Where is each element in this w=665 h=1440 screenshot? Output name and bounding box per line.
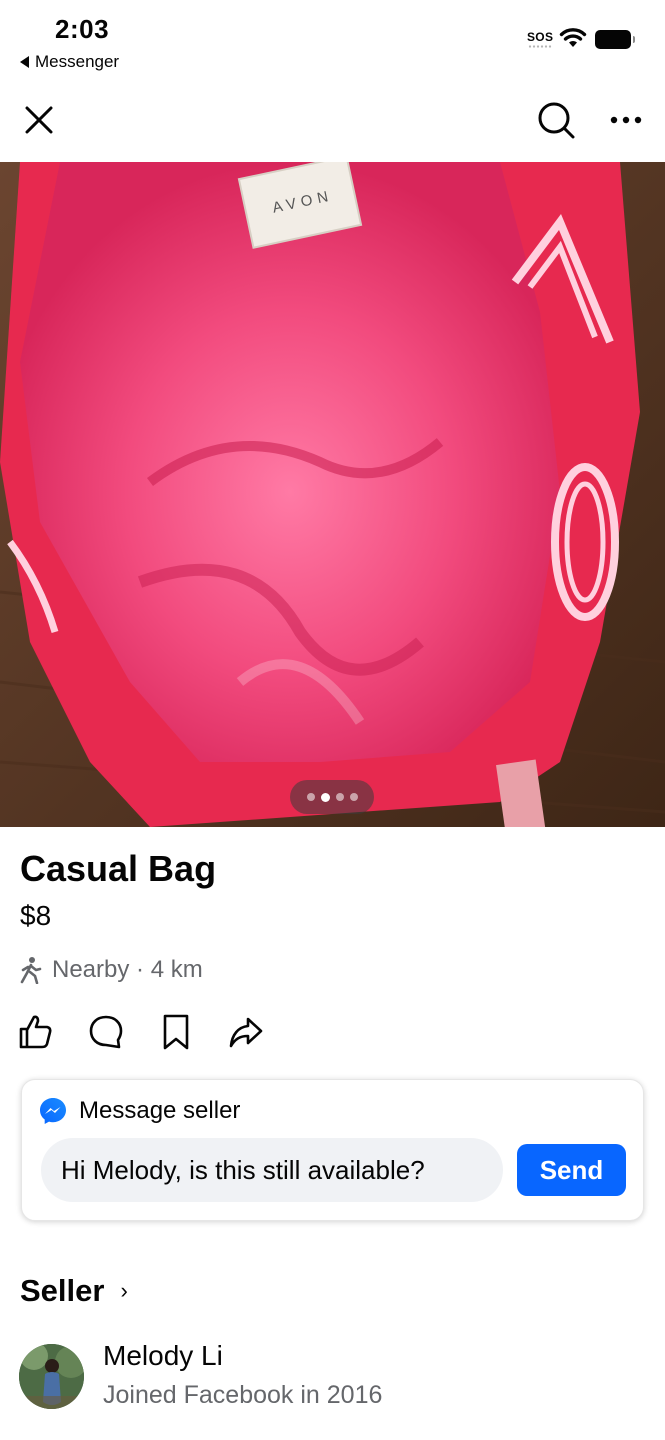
message-input[interactable]: Hi Melody, is this still available? xyxy=(41,1138,503,1202)
sos-indicator: SOS xyxy=(527,30,554,44)
walking-icon xyxy=(20,957,42,984)
more-icon[interactable] xyxy=(610,115,642,125)
seller-section-header[interactable]: Seller › xyxy=(20,1273,128,1309)
seller-joined: Joined Facebook in 2016 xyxy=(103,1381,383,1409)
send-button[interactable]: Send xyxy=(517,1144,626,1196)
seller-section-label: Seller xyxy=(20,1273,105,1308)
pager-dot[interactable] xyxy=(306,793,315,801)
listing-title: Casual Bag xyxy=(20,848,217,889)
avatar-photo xyxy=(19,1344,84,1409)
pager-dot[interactable] xyxy=(349,793,358,801)
chevron-right-icon: › xyxy=(120,1278,128,1303)
listing-actions xyxy=(18,1013,278,1053)
share-icon[interactable] xyxy=(228,1013,264,1051)
like-icon[interactable] xyxy=(18,1013,54,1051)
search-icon[interactable] xyxy=(536,100,576,140)
wifi-icon xyxy=(559,28,587,47)
message-seller-label: Message seller xyxy=(79,1097,241,1124)
listing-photo[interactable]: AVON xyxy=(0,162,665,827)
pager-dot-active[interactable] xyxy=(320,792,330,802)
message-seller-heading: Message seller xyxy=(39,1097,240,1125)
back-triangle-icon xyxy=(20,56,29,68)
listing-distance: Nearby · 4 km xyxy=(18,956,203,984)
distance-text: Nearby · 4 km xyxy=(52,956,203,983)
bag-photo-illustration: AVON xyxy=(0,162,665,827)
seller-avatar[interactable] xyxy=(19,1344,84,1409)
signal-dots-icon xyxy=(528,45,552,48)
close-icon[interactable] xyxy=(24,105,54,135)
pager-dot[interactable] xyxy=(335,793,344,801)
status-time: 2:03 xyxy=(55,14,110,44)
status-bar: 2:03 Messenger SOS xyxy=(0,0,665,80)
photo-pager[interactable] xyxy=(290,780,374,814)
message-seller-card: Message seller Hi Melody, is this still … xyxy=(21,1079,644,1221)
save-icon[interactable] xyxy=(158,1013,194,1051)
comment-icon[interactable] xyxy=(88,1013,124,1051)
listing-price: $8 xyxy=(20,900,52,931)
back-to-messenger[interactable]: Messenger xyxy=(20,52,119,72)
back-app-label: Messenger xyxy=(35,52,120,71)
top-navigation xyxy=(0,90,665,150)
battery-icon xyxy=(595,30,635,49)
messenger-icon xyxy=(40,1098,66,1124)
seller-name[interactable]: Melody Li xyxy=(103,1340,223,1372)
